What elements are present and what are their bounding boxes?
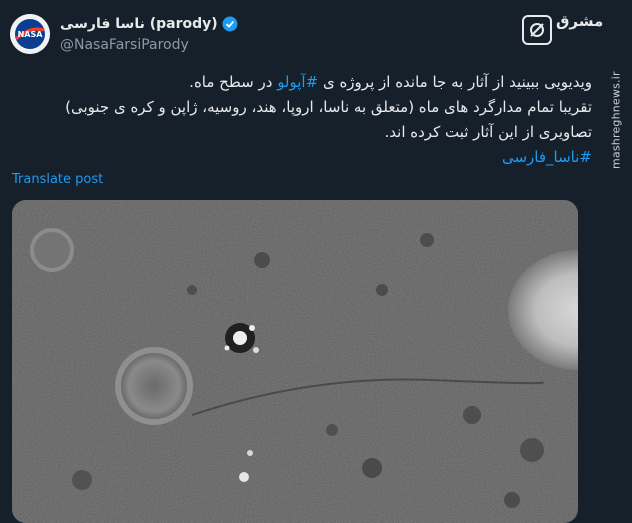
account-handle[interactable]: @NasaFarsiParody [60, 37, 189, 53]
svg-text:NASA: NASA [18, 30, 44, 39]
tweet-line-1-start: ویدیویی ببینید از آثار به جا مانده از پر… [318, 73, 592, 91]
site-watermark: mashreghnews.ir [609, 71, 623, 169]
nasa-logo-icon: NASA [10, 14, 50, 54]
tweet-media-video[interactable] [12, 200, 578, 523]
lunar-surface-video-icon [12, 200, 578, 523]
display-name-text: ناسا فارسی (parody) [60, 16, 218, 32]
brand-logo-text: مشرق [556, 12, 604, 30]
tweet-text: ویدیویی ببینید از آثار به جا مانده از پر… [8, 70, 592, 170]
hashtag-apollo[interactable]: #آپولو [277, 73, 318, 91]
verified-badge-icon [222, 16, 238, 32]
avatar[interactable]: NASA [10, 14, 50, 54]
mashregh-logo-icon [522, 15, 552, 45]
account-display-name[interactable]: ناسا فارسی (parody) [60, 16, 238, 32]
tweet-line-3: تصاویری از این آثار ثبت کرده اند. [384, 123, 593, 141]
tweet-line-1: ویدیویی ببینید از آثار به جا مانده از پر… [8, 70, 592, 95]
hashtag-nasa-farsi[interactable]: #ناسا_فارسی [502, 148, 592, 166]
tweet-line-1-end: در سطح ماه. [189, 73, 278, 91]
tweet-line-2: تقریبا تمام مدارگرد های ماه (متعلق به نا… [65, 98, 592, 116]
translate-post-link[interactable]: Translate post [12, 172, 103, 187]
